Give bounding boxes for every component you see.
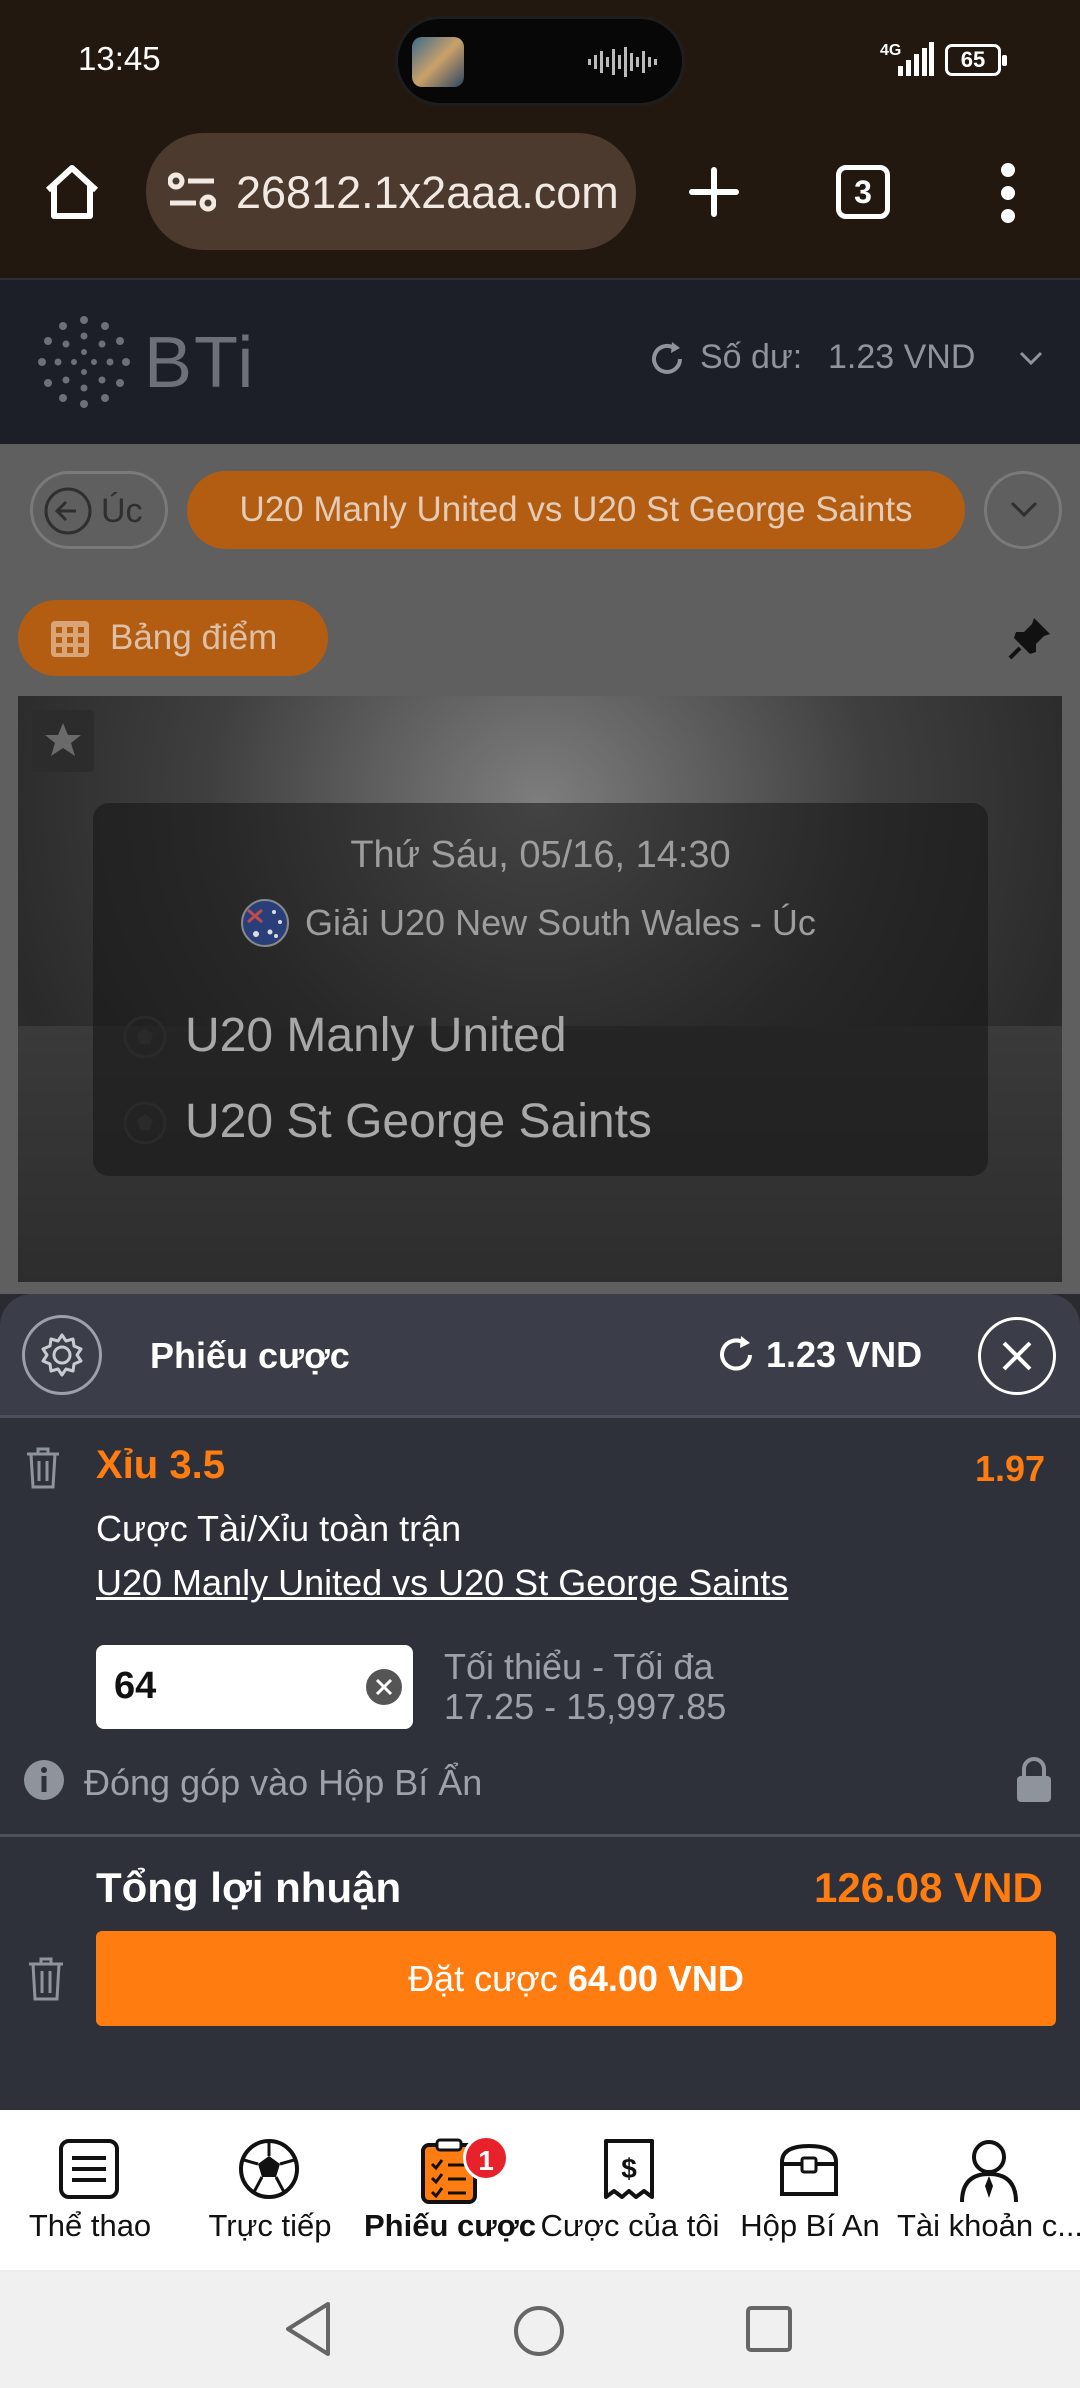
- bet-slip-balance: 1.23 VND: [766, 1334, 923, 1375]
- gear-icon: [41, 1333, 83, 1377]
- screen: 13:45 4G 65 26812.1x2aaa.com 3 BTi Số dư…: [0, 0, 1080, 2388]
- minmax-value: 17.25 - 15,997.85: [444, 1686, 727, 1727]
- recents-icon[interactable]: [744, 2304, 794, 2354]
- chevron-down-icon[interactable]: [1018, 350, 1044, 366]
- football-icon: [123, 1015, 167, 1059]
- league-name: Giải U20 New South Wales - Úc: [305, 902, 816, 943]
- bti-logo-icon: [38, 316, 130, 408]
- info-icon[interactable]: [22, 1758, 66, 1802]
- back-icon[interactable]: [282, 2300, 334, 2358]
- new-tab-icon[interactable]: [688, 166, 740, 218]
- refresh-icon[interactable]: [716, 1335, 756, 1375]
- prev-match-button[interactable]: Úc: [30, 471, 168, 549]
- match-dropdown-button[interactable]: [984, 471, 1062, 549]
- nav-sports[interactable]: Thể thao: [0, 2110, 180, 2270]
- bet-market: Cược Tài/Xỉu toàn trận: [96, 1508, 462, 1549]
- prev-match-label: Úc: [101, 492, 143, 530]
- nav-my-bets-label: Cược của tôi: [540, 2208, 720, 2243]
- list-icon: [59, 2139, 119, 2199]
- site-settings-icon[interactable]: [168, 171, 216, 213]
- lock-icon: [1017, 1757, 1051, 1802]
- total-profit-label: Tổng lợi nhuận: [96, 1864, 402, 1911]
- away-team: U20 St George Saints: [185, 1095, 652, 1148]
- stake-value: 64: [114, 1665, 157, 1707]
- chevron-down-icon: [1010, 501, 1038, 518]
- receipt-icon: $: [604, 2139, 654, 2199]
- dynamic-island: [395, 16, 685, 106]
- clear-stake-button[interactable]: [366, 1669, 402, 1705]
- football-icon: [123, 1101, 167, 1145]
- nav-my-bets[interactable]: $ Cược của tôi: [540, 2110, 720, 2270]
- media-thumbnail: [412, 37, 464, 87]
- arrow-left-icon: [44, 487, 92, 535]
- current-match-tab[interactable]: U20 Manly United vs U20 St George Saints: [187, 471, 965, 549]
- more-menu-icon[interactable]: [994, 162, 1022, 224]
- clear-all-trash-icon[interactable]: [26, 1956, 66, 2002]
- minmax-label: Tối thiểu - Tối đa: [444, 1646, 714, 1687]
- mystery-box-contribution: Đóng góp vào Hộp Bí Ẩn: [84, 1762, 483, 1803]
- bet-match-link[interactable]: U20 Manly United vs U20 St George Saints: [96, 1562, 788, 1604]
- stake-input[interactable]: 64: [96, 1645, 413, 1729]
- event-datetime: Thứ Sáu, 05/16, 14:30: [350, 834, 731, 876]
- australia-flag-icon: [241, 899, 289, 947]
- signal-icon: [898, 42, 934, 76]
- nav-live[interactable]: Trực tiếp: [180, 2110, 360, 2270]
- close-icon: [1002, 1341, 1032, 1371]
- nav-account[interactable]: Tài khoản c...: [897, 2110, 1080, 2270]
- address-bar[interactable]: 26812.1x2aaa.com: [146, 133, 636, 250]
- url-text: 26812.1x2aaa.com: [236, 167, 619, 218]
- close-bet-slip-button[interactable]: [978, 1317, 1056, 1395]
- total-profit-value: 126.08 VND: [814, 1864, 1043, 1911]
- svg-text:$: $: [621, 2153, 637, 2184]
- nav-betslip[interactable]: Phiếu cược: [360, 2110, 540, 2270]
- scoreboard-icon: [51, 621, 89, 657]
- nav-live-label: Trực tiếp: [208, 2208, 332, 2243]
- balance-value: 1.23 VND: [828, 338, 976, 376]
- clear-icon: [375, 1678, 393, 1696]
- home-icon[interactable]: [42, 162, 102, 222]
- account-icon: [960, 2140, 1018, 2203]
- favorite-button[interactable]: [32, 710, 94, 772]
- nav-account-label: Tài khoản c...: [896, 2208, 1080, 2243]
- scoreboard-button[interactable]: Bảng điểm: [18, 600, 328, 676]
- place-bet-button[interactable]: Đặt cược 64.00 VND: [96, 1931, 1056, 2026]
- place-bet-amount: 64.00 VND: [567, 1958, 744, 1999]
- battery-indicator: 65: [945, 44, 1007, 76]
- bet-slip-title: Phiếu cược: [150, 1335, 350, 1376]
- status-time: 13:45: [78, 40, 161, 77]
- bet-slip-divider: [0, 1834, 1080, 1837]
- football-icon: [239, 2139, 299, 2199]
- nav-mystery-box[interactable]: Hộp Bí An: [720, 2110, 900, 2270]
- bet-selection: Xỉu 3.5: [96, 1443, 225, 1487]
- bet-odds: 1.97: [975, 1448, 1046, 1489]
- nav-betslip-label: Phiếu cược: [364, 2208, 536, 2243]
- trash-icon[interactable]: [24, 1446, 62, 1490]
- home-team: U20 Manly United: [185, 1009, 567, 1062]
- nav-mystery-box-label: Hộp Bí An: [740, 2208, 880, 2243]
- audio-wave-icon: [588, 47, 657, 77]
- star-icon: [45, 723, 81, 756]
- scoreboard-label: Bảng điểm: [110, 618, 278, 657]
- refresh-icon[interactable]: [648, 340, 686, 378]
- nav-sports-label: Thể thao: [28, 2208, 152, 2243]
- tab-switcher-button[interactable]: 3: [836, 165, 890, 219]
- chest-icon: [780, 2143, 838, 2196]
- home-circle-icon[interactable]: [512, 2304, 566, 2358]
- settings-button[interactable]: [22, 1315, 102, 1395]
- place-bet-label: Đặt cược: [408, 1958, 558, 1999]
- pin-icon[interactable]: [1006, 614, 1054, 662]
- site-logo[interactable]: BTi: [144, 322, 255, 404]
- balance-label: Số dư:: [700, 338, 803, 376]
- betslip-count-badge: 1: [463, 2135, 509, 2181]
